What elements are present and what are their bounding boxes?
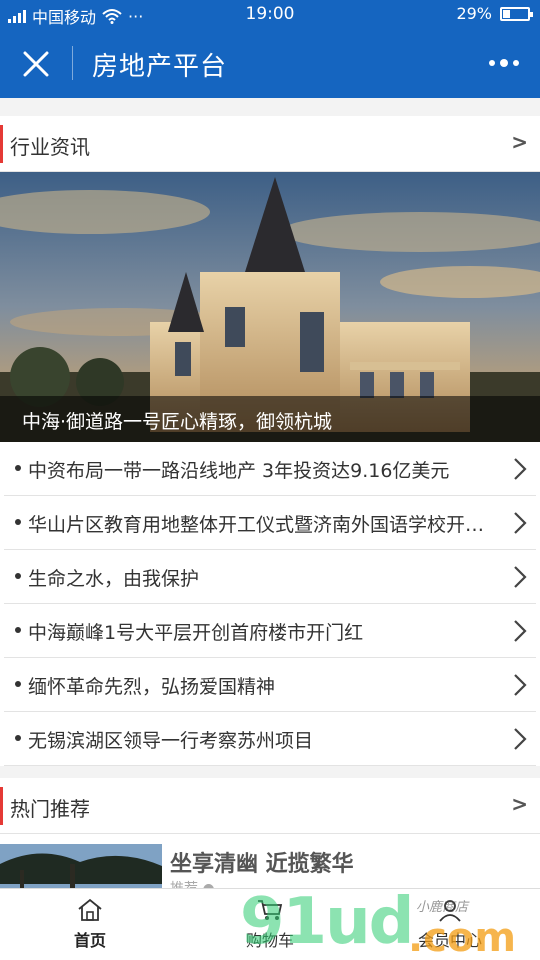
nav-member[interactable]: 会员中心 — [360, 889, 540, 960]
hot-card-subtitle: 推荐 ● — [170, 878, 215, 888]
section-title: 行业资讯 — [10, 135, 90, 159]
bullet-icon — [15, 519, 21, 525]
bullet-icon — [15, 627, 21, 633]
hot-recommend-card[interactable]: 坐享清幽 近揽繁华 推荐 ● — [0, 834, 540, 888]
more-dot-icon — [500, 59, 508, 67]
close-icon — [23, 51, 49, 77]
bullet-icon — [15, 573, 21, 579]
news-banner[interactable]: 中海·御道路一号匠心精琢，御领杭城 — [0, 172, 540, 442]
section-header-hot[interactable]: 热门推荐 > — [0, 778, 540, 834]
nav-home[interactable]: 首页 — [0, 889, 180, 960]
section-accent-bar — [0, 787, 3, 825]
nav-cart[interactable]: 购物车 — [180, 889, 360, 960]
news-title: 生命之水，由我保护 — [28, 568, 200, 590]
bullet-icon — [15, 465, 21, 471]
news-title: 无锡滨湖区领导一行考察苏州项目 — [28, 730, 314, 752]
chevron-right-icon — [514, 620, 527, 642]
news-item[interactable]: 中资布局一带一路沿线地产 3年投资达9.16亿美元 — [4, 442, 536, 496]
hot-card-title: 坐享清幽 近揽繁华 — [170, 852, 354, 877]
nav-label: 首页 — [73, 931, 106, 950]
chevron-right-icon — [514, 674, 527, 696]
app-page: 中国移动 ··· 19:00 29% 房地产平台 行业资讯 > 中海·御道路一号… — [0, 0, 540, 960]
palm-tree-image — [0, 844, 162, 888]
nav-label: 会员中心 — [417, 931, 482, 950]
chevron-right-icon — [514, 728, 527, 750]
news-list: 中资布局一带一路沿线地产 3年投资达9.16亿美元 华山片区教育用地整体开工仪式… — [0, 442, 540, 766]
section-header-news[interactable]: 行业资讯 > — [0, 116, 540, 172]
main-content[interactable]: 行业资讯 > 中海·御道路一号匠心精琢，御领杭城 中资布局一带一路沿线地产 3年… — [0, 98, 540, 888]
banner-caption: 中海·御道路一号匠心精琢，御领杭城 — [0, 396, 540, 442]
section-accent-bar — [0, 125, 3, 163]
news-item[interactable]: 缅怀革命先烈，弘扬爱国精神 — [4, 658, 536, 712]
user-icon — [439, 900, 461, 922]
chevron-right-icon — [514, 566, 527, 588]
page-title: 房地产平台 — [92, 52, 228, 82]
bullet-icon — [15, 735, 21, 741]
news-title: 华山片区教育用地整体开工仪式暨济南外国语学校开工典礼 — [28, 514, 496, 536]
more-dot-icon — [489, 60, 495, 66]
chevron-right-icon — [514, 458, 527, 480]
section-more-arrow[interactable]: > — [511, 130, 528, 154]
section-title: 热门推荐 — [10, 797, 90, 821]
home-icon — [78, 898, 102, 921]
title-divider — [72, 46, 73, 80]
battery-percent: 29% — [456, 4, 492, 23]
bullet-icon — [15, 681, 21, 687]
nav-label: 购物车 — [245, 931, 294, 950]
chevron-right-icon — [514, 512, 527, 534]
cart-icon — [258, 900, 283, 920]
title-bar: 房地产平台 — [0, 28, 540, 98]
news-item[interactable]: 中海巅峰1号大平层开创首府楼市开门红 — [4, 604, 536, 658]
news-item[interactable]: 生命之水，由我保护 — [4, 550, 536, 604]
news-item[interactable]: 华山片区教育用地整体开工仪式暨济南外国语学校开工典礼 — [4, 496, 536, 550]
status-bar: 中国移动 ··· 19:00 29% — [0, 0, 540, 28]
battery-icon — [500, 6, 533, 21]
news-title: 缅怀革命先烈，弘扬爱国精神 — [28, 676, 276, 698]
more-button[interactable] — [484, 50, 524, 76]
bottom-nav: 首页 购物车 会员中心 — [0, 888, 540, 960]
section-more-arrow[interactable]: > — [511, 792, 528, 816]
close-button[interactable] — [14, 42, 58, 86]
news-title: 中资布局一带一路沿线地产 3年投资达9.16亿美元 — [28, 460, 450, 482]
hot-card-thumbnail — [0, 844, 162, 888]
news-item[interactable]: 无锡滨湖区领导一行考察苏州项目 — [4, 712, 536, 766]
news-title: 中海巅峰1号大平层开创首府楼市开门红 — [28, 622, 364, 644]
more-dot-icon — [513, 60, 519, 66]
